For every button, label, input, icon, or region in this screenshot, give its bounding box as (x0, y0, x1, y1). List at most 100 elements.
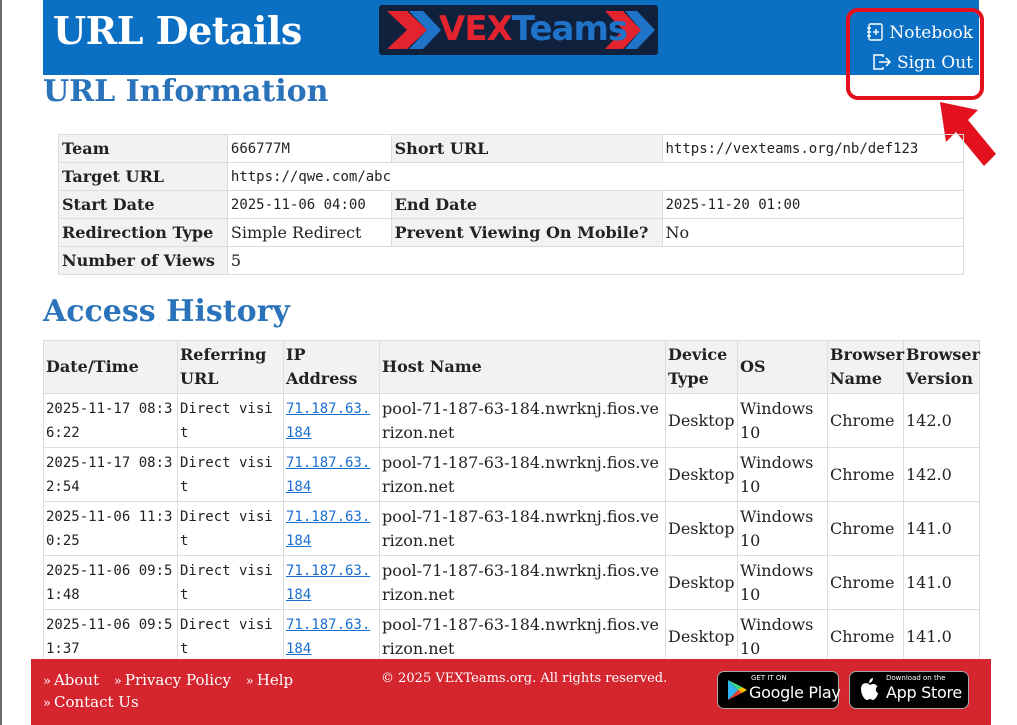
app-store-button[interactable]: Download on the App Store (849, 671, 969, 709)
end-date-value: 2025-11-20 01:00 (661, 190, 964, 219)
browser-version-cell: 142.0 (903, 393, 980, 448)
prevent-mobile-value: No (661, 218, 964, 247)
ip-address-link[interactable]: 71.187.63.184 (286, 455, 370, 495)
column-header-browser-version: Browser Version (903, 340, 980, 394)
browser-name-cell: Chrome (827, 447, 904, 502)
target-url-label: Target URL (58, 162, 228, 191)
page-title: URL Details (53, 8, 302, 53)
ip-address-link: 71.187.63.184 (283, 555, 380, 610)
datetime-cell: 2025-11-17 08:36:22 (43, 393, 178, 448)
info-row: Redirection Type Simple Redirect Prevent… (58, 218, 964, 247)
datetime-cell: 2025-11-17 08:32:54 (43, 447, 178, 502)
device-type-cell: Desktop (665, 555, 738, 610)
device-type-cell: Desktop (665, 501, 738, 556)
browser-version-cell: 141.0 (903, 555, 980, 610)
page-footer: » About » Privacy Policy » Help » Contact Us… (31, 659, 991, 725)
column-header-referring-url: Referring URL (177, 340, 284, 394)
column-header-os: OS (737, 340, 828, 394)
annotation-highlight-box (846, 8, 984, 100)
double-chevron-right-icon: » (43, 674, 51, 689)
ip-address-link[interactable]: 71.187.63.184 (286, 563, 370, 603)
table-row: 2025-11-06 09:51:48 Direct visit 71.187.63… (43, 555, 980, 610)
host-name-cell: pool-71-187-63-184.nwrknj.fios.verizon.n… (379, 555, 666, 610)
copyright-text: © 2025 VEXTeams.org. All rights reserved… (381, 671, 668, 686)
column-header-host-name: Host Name (379, 340, 666, 394)
column-header-browser-name: Browser Name (827, 340, 904, 394)
host-name-cell: pool-71-187-63-184.nwrknj.fios.verizon.n… (379, 447, 666, 502)
redirection-type-label: Redirection Type (58, 218, 228, 247)
browser-name-cell: Chrome (827, 555, 904, 610)
start-date-label: Start Date (58, 190, 228, 219)
referring-url-cell: Direct visit (177, 609, 284, 664)
short-url-label: Short URL (390, 134, 663, 163)
browser-name-cell: Chrome (827, 609, 904, 664)
footer-links: » About » Privacy Policy » Help » Contact Us (43, 670, 303, 714)
table-row: 2025-11-17 08:32:54 Direct visit 71.187.63… (43, 447, 980, 502)
team-label: Team (58, 134, 228, 163)
column-header-device-type: Device Type (665, 340, 738, 394)
column-header-datetime: Date/Time (43, 340, 178, 394)
browser-version-cell: 141.0 (903, 609, 980, 664)
device-type-cell: Desktop (665, 447, 738, 502)
short-url-value: https://vexteams.org/nb/def123 (661, 134, 964, 163)
views-label: Number of Views (58, 246, 228, 275)
footer-link-privacy-policy[interactable]: » Privacy Policy (114, 671, 231, 689)
url-information-table: Team 666777M Short URL https://vexteams.… (58, 134, 965, 275)
info-row: Team 666777M Short URL https://vexteams.… (58, 134, 964, 163)
apple-icon (861, 678, 878, 700)
footer-link-contact-us[interactable]: » Contact Us (43, 693, 139, 711)
table-row: 2025-11-17 08:36:22 Direct visit 71.187.63… (43, 393, 980, 448)
access-history-table: Date/Time Referring URL IP Address Host … (43, 340, 980, 664)
host-name-cell: pool-71-187-63-184.nwrknj.fios.verizon.n… (379, 393, 666, 448)
access-history-heading: Access History (43, 294, 290, 329)
info-row: Number of Views 5 (58, 246, 965, 275)
target-url-value: https://qwe.com/abc (226, 162, 965, 191)
ip-address-link: 71.187.63.184 (283, 447, 380, 502)
device-type-cell: Desktop (665, 609, 738, 664)
history-header-row: Date/Time Referring URL IP Address Host … (43, 340, 980, 394)
referring-url-cell: Direct visit (177, 501, 284, 556)
os-cell: Windows 10 (737, 447, 828, 502)
os-cell: Windows 10 (737, 501, 828, 556)
redirection-type-value: Simple Redirect (226, 218, 392, 247)
table-row: 2025-11-06 11:30:25 Direct visit 71.187.63… (43, 501, 980, 556)
browser-version-cell: 142.0 (903, 447, 980, 502)
browser-name-cell: Chrome (827, 393, 904, 448)
referring-url-cell: Direct visit (177, 555, 284, 610)
double-chevron-right-icon: » (113, 674, 122, 689)
browser-name-cell: Chrome (827, 501, 904, 556)
google-play-button[interactable]: GET IT ON Google Play (717, 671, 841, 709)
referring-url-cell: Direct visit (177, 447, 284, 502)
os-cell: Windows 10 (737, 393, 828, 448)
referring-url-cell: Direct visit (177, 393, 284, 448)
prevent-mobile-label: Prevent Viewing On Mobile? (390, 218, 663, 247)
ip-address-link: 71.187.63.184 (283, 609, 380, 664)
column-header-ip-address: IP Address (283, 340, 380, 394)
start-date-value: 2025-11-06 04:00 (226, 190, 392, 219)
double-chevron-right-icon: » (43, 696, 51, 711)
ip-address-link[interactable]: 71.187.63.184 (286, 401, 370, 441)
page-header: URL Details VEXTeams Notebook Sign Out (43, 0, 979, 75)
ip-address-link[interactable]: 71.187.63.184 (286, 617, 370, 657)
footer-link-about[interactable]: » About (43, 671, 99, 689)
url-information-heading: URL Information (43, 74, 329, 109)
table-row: 2025-11-06 09:51:37 Direct visit 71.187.63… (43, 609, 980, 664)
team-value: 666777M (226, 134, 392, 163)
window-border (0, 0, 2, 725)
footer-link-help[interactable]: » Help (246, 671, 293, 689)
google-play-icon (728, 680, 747, 700)
vexteams-logo[interactable]: VEXTeams (379, 5, 658, 55)
browser-version-cell: 141.0 (903, 501, 980, 556)
logo-wordmark: VEXTeams (439, 9, 628, 49)
device-type-cell: Desktop (665, 393, 738, 448)
datetime-cell: 2025-11-06 09:51:37 (43, 609, 178, 664)
os-cell: Windows 10 (737, 609, 828, 664)
views-value: 5 (226, 246, 965, 275)
datetime-cell: 2025-11-06 11:30:25 (43, 501, 178, 556)
double-chevron-right-icon: » (245, 674, 254, 689)
ip-address-link[interactable]: 71.187.63.184 (286, 509, 370, 549)
datetime-cell: 2025-11-06 09:51:48 (43, 555, 178, 610)
ip-address-link: 71.187.63.184 (283, 393, 380, 448)
host-name-cell: pool-71-187-63-184.nwrknj.fios.verizon.n… (379, 609, 666, 664)
ip-address-link: 71.187.63.184 (283, 501, 380, 556)
